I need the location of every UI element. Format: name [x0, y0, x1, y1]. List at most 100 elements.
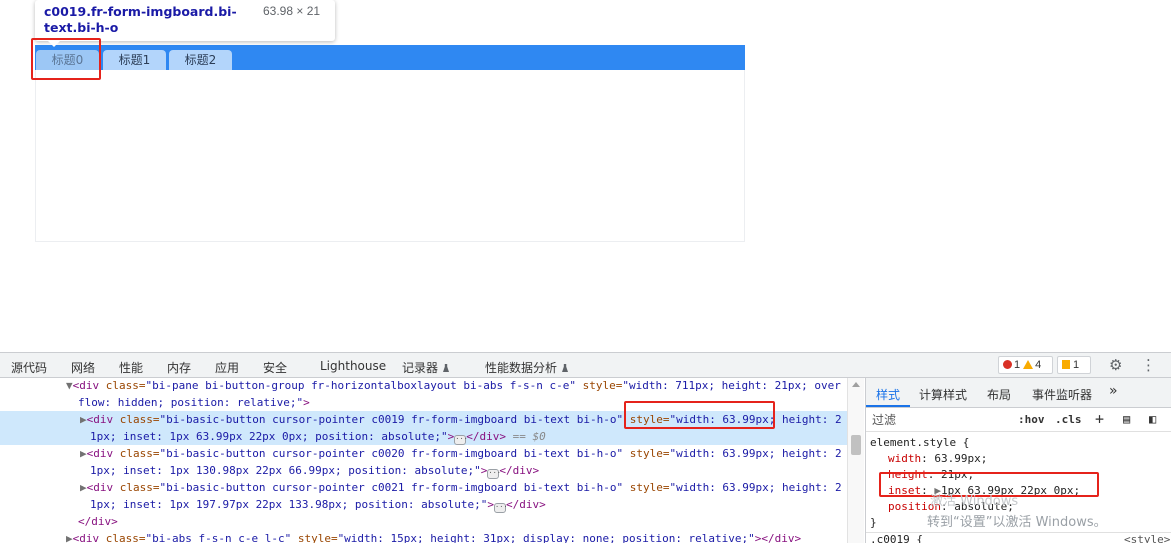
dom-node-closing[interactable]: </div>	[0, 513, 845, 530]
more-tabs-icon[interactable]: »	[1109, 383, 1118, 399]
dom-node-c0019-selected[interactable]: ▶<div class="bi-basic-button cursor-poin…	[0, 411, 847, 428]
attr-name: style=	[623, 447, 670, 460]
issues-badge[interactable]: 1	[1057, 356, 1091, 374]
scroll-thumb[interactable]	[851, 435, 861, 455]
tag-close: ></div>	[754, 532, 802, 543]
tab-performance-insights[interactable]: 性能数据分析	[485, 359, 569, 376]
tooltip-selector: c0019.fr-form-imgboard.bi-text.bi-h-o	[44, 4, 237, 35]
css-prop-height[interactable]: height: 21px;	[888, 467, 974, 483]
tag-close: >	[303, 396, 310, 409]
ellipsis-icon[interactable]: ···	[493, 503, 508, 513]
attr-value: "bi-basic-button cursor-pointer c0021 fr…	[159, 481, 624, 494]
tag-close: </div>	[505, 498, 546, 511]
tab-title-1[interactable]: 标题1	[103, 50, 166, 70]
dom-node-c0021-wrap: 1px; inset: 1px 197.97px 22px 133.98px; …	[90, 498, 546, 513]
tab-title-0[interactable]: 标题0	[36, 50, 99, 70]
attr-value: 1px; inset: 1px 130.98px 22px 66.99px; p…	[90, 464, 481, 477]
warning-count: 4	[1035, 359, 1042, 371]
issue-icon	[1062, 360, 1070, 369]
css-prop-width[interactable]: width: 63.99px;	[888, 451, 987, 467]
elements-scrollbar[interactable]	[847, 378, 864, 543]
attr-value: "bi-basic-button cursor-pointer c0019 fr…	[159, 413, 624, 426]
dom-node-c0020-wrap: 1px; inset: 1px 130.98px 22px 66.99px; p…	[90, 464, 540, 479]
attr-value: "width: 63.99px; height: 2	[669, 413, 842, 426]
active-tab-indicator	[866, 405, 910, 407]
css-prop-inset[interactable]: inset: ▶1px 63.99px 22px 0px;	[888, 483, 1080, 499]
tag-open: <div	[86, 447, 120, 460]
attr-value: "bi-basic-button cursor-pointer c0020 fr…	[159, 447, 624, 460]
rule-selector: element.style {	[870, 436, 970, 449]
dom-node-c0020[interactable]: ▶<div class="bi-basic-button cursor-poin…	[0, 445, 845, 462]
attr-name: style=	[623, 413, 670, 426]
hov-button[interactable]: :hov	[1018, 413, 1045, 426]
attr-name: class=	[105, 379, 146, 392]
tab-memory[interactable]: 内存	[167, 359, 191, 376]
dom-node-button-group[interactable]: ▼<div class="bi-pane bi-button-group fr-…	[0, 378, 845, 394]
console-ref: == $0	[506, 430, 546, 443]
tab-recorder[interactable]: 记录器	[402, 359, 450, 376]
attr-value: "width: 63.99px; height: 2	[669, 447, 842, 460]
gear-icon[interactable]: ⚙	[1109, 358, 1122, 373]
prop-name: height	[888, 468, 928, 481]
expand-triangle-icon: ▶	[66, 532, 73, 543]
prop-value: 63.99px;	[934, 452, 988, 465]
tab-application[interactable]: 应用	[215, 359, 239, 376]
more-options-icon[interactable]: ⋮	[1141, 358, 1156, 373]
prop-name: width	[888, 452, 922, 465]
tab-styles[interactable]: 样式	[876, 386, 900, 403]
prop-name: inset	[888, 484, 922, 497]
prop-value: absolute;	[954, 500, 1014, 513]
tag-open: <div	[86, 413, 120, 426]
attr-value: "bi-pane bi-button-group fr-horizontalbo…	[145, 379, 576, 392]
dom-node-c0019-wrap: 1px; inset: 1px 63.99px 22px 0px; positi…	[0, 428, 847, 445]
tab-title-2[interactable]: 标题2	[169, 50, 232, 70]
tab-network[interactable]: 网络	[71, 359, 95, 376]
tab-lighthouse[interactable]: Lighthouse	[320, 359, 386, 373]
attr-value: "width: 711px; height: 21px; over	[622, 379, 841, 392]
attr-name: class=	[119, 447, 160, 460]
attr-name: style=	[623, 481, 670, 494]
ellipsis-icon[interactable]: ···	[454, 435, 468, 445]
rule-close: }	[870, 516, 877, 529]
error-count: 1	[1014, 359, 1021, 371]
attr-value: flow: hidden; position: relative;"	[78, 396, 304, 409]
page-preview: 标题0 标题1 标题2 c0019.fr-form-imgboard.bi-te…	[0, 0, 1171, 352]
tab-security[interactable]: 安全	[263, 359, 287, 376]
paint-icon[interactable]: ▤	[1123, 412, 1130, 426]
styles-filter-row: :hov .cls + ▤ ◧	[866, 408, 1171, 432]
dom-node-c0021[interactable]: ▶<div class="bi-basic-button cursor-poin…	[0, 479, 845, 496]
tab-layout[interactable]: 布局	[987, 386, 1011, 403]
attr-value: 1px; inset: 1px 197.97px 22px 133.98px; …	[90, 498, 488, 511]
dom-node-wrap: flow: hidden; position: relative;">	[0, 394, 845, 411]
expand-triangle-icon: ▶	[80, 447, 87, 460]
tab-widget-container	[35, 45, 745, 242]
add-rule-button[interactable]: +	[1095, 410, 1104, 428]
console-counts-badge[interactable]: 14	[998, 356, 1053, 374]
scroll-up-icon[interactable]	[852, 382, 860, 387]
attr-value: "bi-abs f-s-n c-e l-c"	[145, 532, 292, 543]
dom-node-lc[interactable]: ▶<div class="bi-abs f-s-n c-e l-c" style…	[0, 530, 845, 543]
tab-performance[interactable]: 性能	[119, 359, 143, 376]
tag-close: </div>	[466, 430, 506, 443]
prop-value: 21px;	[941, 468, 975, 481]
tab-computed[interactable]: 计算样式	[919, 386, 967, 403]
tooltip-arrow	[47, 40, 61, 47]
tab-sources[interactable]: 源代码	[11, 359, 47, 376]
error-icon	[1003, 360, 1012, 369]
cls-button[interactable]: .cls	[1055, 413, 1082, 426]
expand-triangle-icon[interactable]: ▶	[934, 484, 941, 497]
attr-name: class=	[119, 481, 160, 494]
styles-pane: 样式 计算样式 布局 事件监听器 » :hov .cls + ▤ ◧ eleme…	[865, 378, 1171, 543]
tab-event-listeners[interactable]: 事件监听器	[1032, 386, 1092, 403]
prop-name: position	[888, 500, 941, 513]
sidebar-toggle-icon[interactable]: ◧	[1149, 412, 1156, 426]
attr-value: 1px; inset: 1px 63.99px 22px 0px; positi…	[90, 430, 448, 443]
next-rule-source[interactable]: <style>	[1124, 532, 1170, 543]
devtools-panel: 源代码 网络 性能 内存 应用 安全 Lighthouse 记录器 性能数据分析…	[0, 352, 1171, 543]
next-rule-selector: .c0019 {	[870, 533, 923, 543]
attr-name: class=	[119, 413, 160, 426]
css-prop-position[interactable]: position: absolute;	[888, 499, 1014, 515]
tag-close: </div>	[78, 515, 118, 528]
styles-filter-input[interactable]	[869, 410, 1009, 430]
ellipsis-icon[interactable]: ···	[487, 469, 501, 479]
